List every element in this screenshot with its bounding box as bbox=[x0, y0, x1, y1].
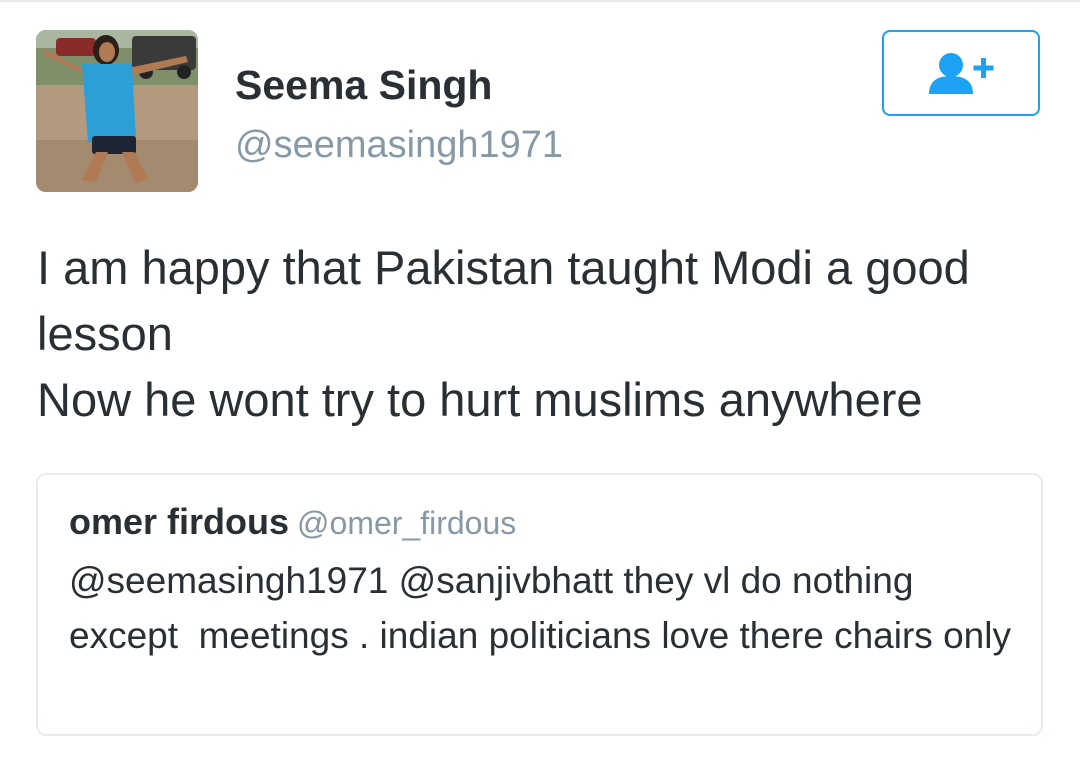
quoted-display-name: omer firdous bbox=[69, 501, 290, 542]
quoted-tweet-header: omer firdous @omer_firdous bbox=[69, 501, 516, 543]
quoted-tweet-text: @seemasingh1971 @sanjivbhatt they vl do … bbox=[69, 560, 1011, 656]
top-divider bbox=[0, 0, 1080, 2]
quoted-handle: @omer_firdous bbox=[297, 505, 517, 541]
author-handle: @seemasingh1971 bbox=[235, 124, 564, 166]
follow-button[interactable] bbox=[882, 30, 1040, 116]
tweet-text: I am happy that Pakistan taught Modi a g… bbox=[37, 241, 970, 426]
author-avatar[interactable] bbox=[36, 30, 198, 192]
quoted-tweet[interactable]: omer firdous @omer_firdous @seemasingh197… bbox=[36, 473, 1043, 736]
add-user-icon bbox=[929, 53, 994, 94]
author-display-name[interactable]: Seema Singh bbox=[235, 62, 492, 109]
avatar-photo bbox=[36, 30, 198, 192]
